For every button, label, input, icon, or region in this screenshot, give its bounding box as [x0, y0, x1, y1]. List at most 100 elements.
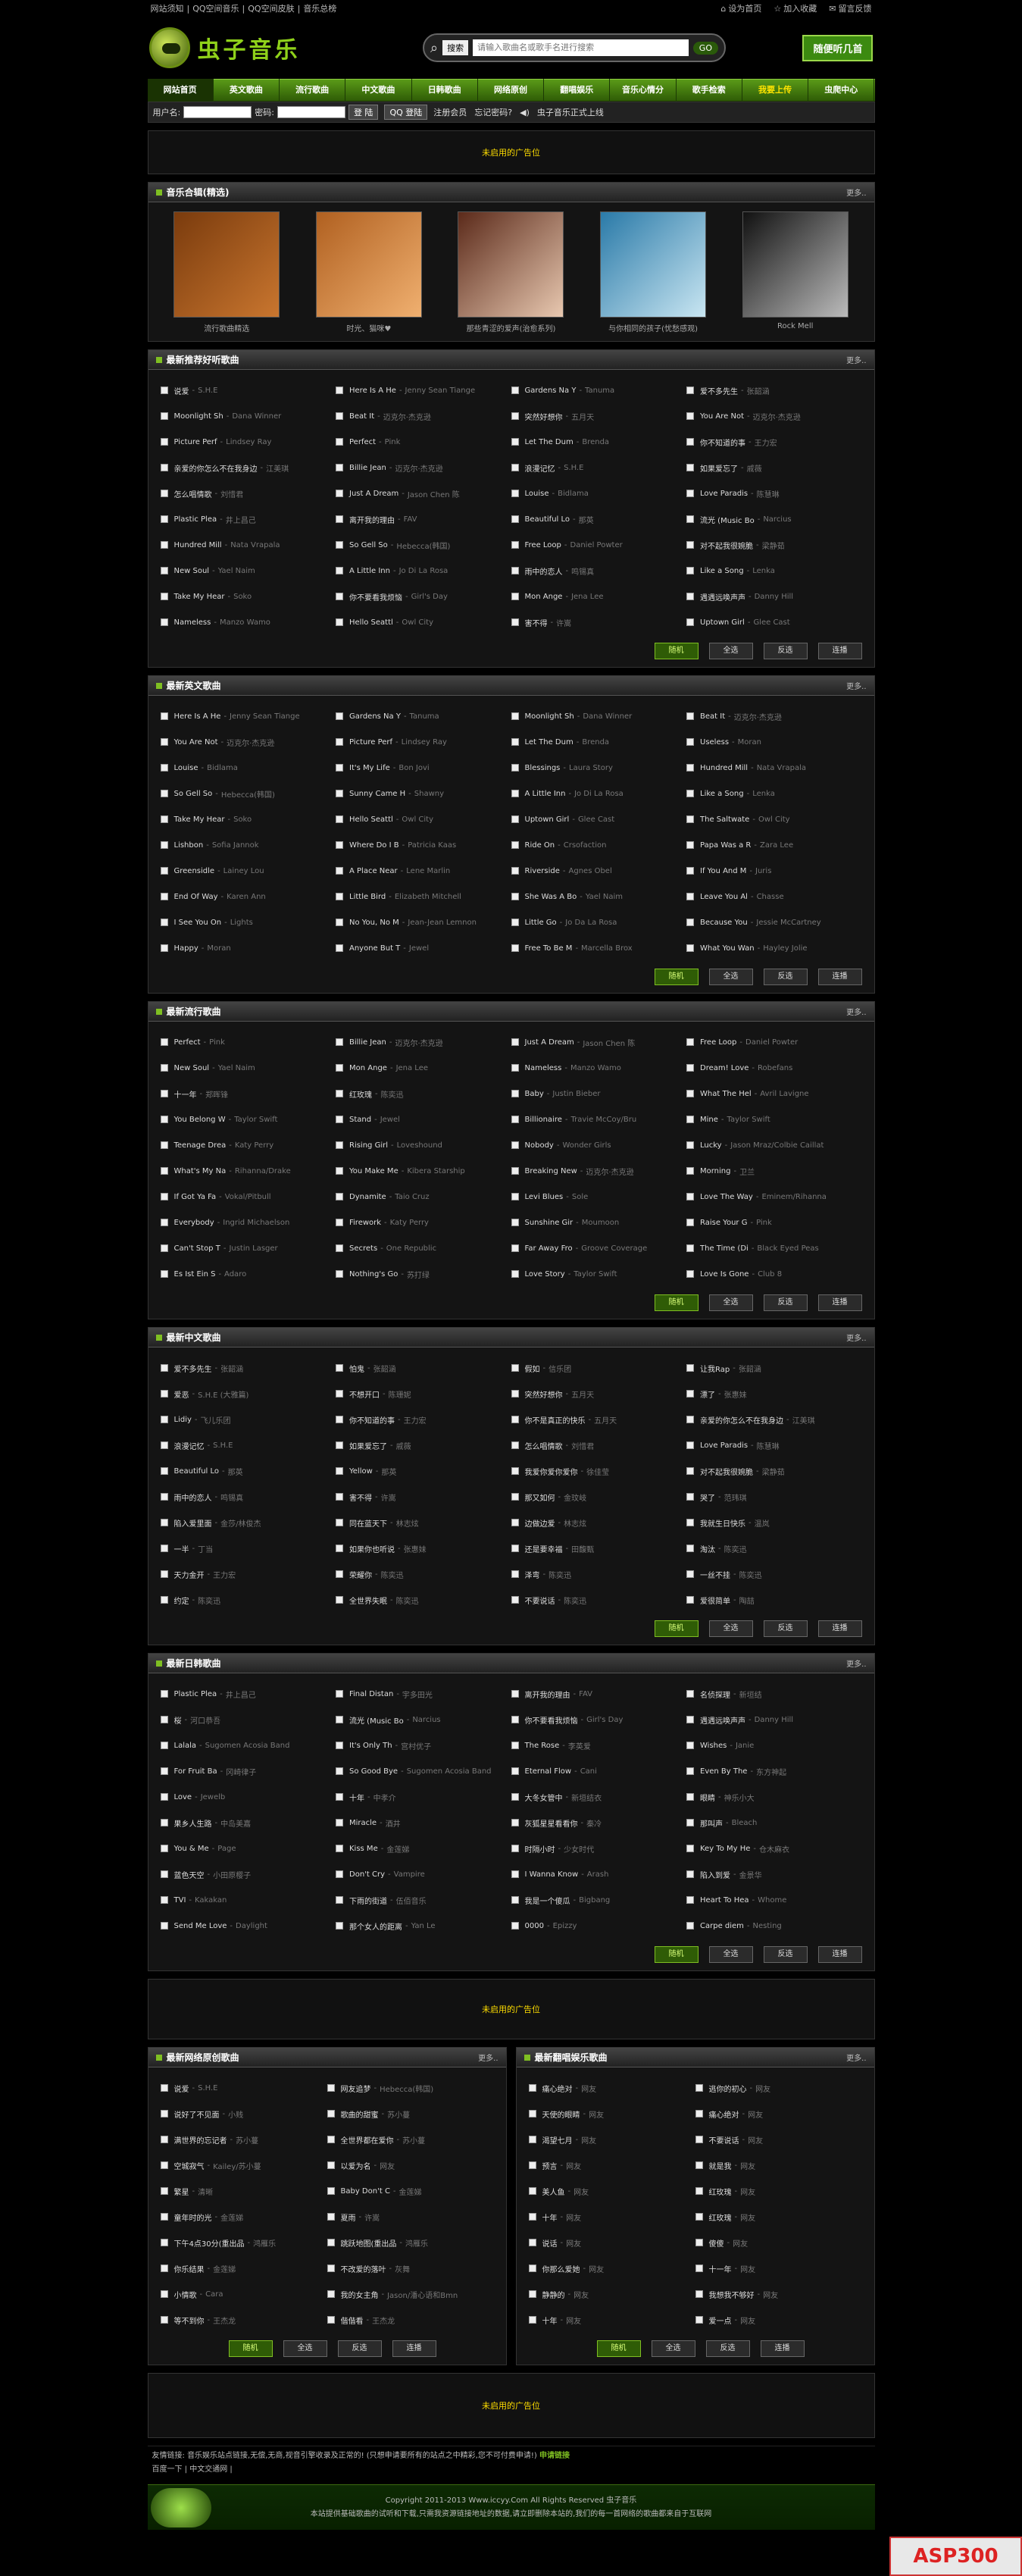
song-title[interactable]: Mine — [700, 1116, 718, 1124]
song-checkbox[interactable] — [336, 712, 343, 720]
song-artist[interactable]: S.H.E — [198, 387, 217, 395]
song-checkbox[interactable] — [686, 944, 694, 952]
select-all-button[interactable]: 全选 — [651, 2340, 695, 2357]
song-title[interactable]: 亲爱的你怎么不在我身边 — [700, 1414, 783, 1426]
song-title[interactable]: I See You On — [174, 919, 222, 927]
song-checkbox[interactable] — [511, 738, 519, 746]
song-artist[interactable]: 卫兰 — [739, 1166, 755, 1177]
song-title[interactable]: A Little Inn — [349, 567, 390, 575]
song-title[interactable]: 一丝不挂 — [700, 1569, 730, 1580]
song-artist[interactable]: Katy Perry — [390, 1219, 429, 1227]
song-title[interactable]: 偕偕看 — [341, 2315, 364, 2326]
song-checkbox[interactable] — [695, 2290, 703, 2298]
song-title[interactable]: 0000 — [525, 1922, 544, 1930]
play-continuous-button[interactable]: 连播 — [817, 1946, 862, 1963]
song-title[interactable]: 美人鱼 — [542, 2186, 565, 2197]
song-checkbox[interactable] — [511, 1519, 519, 1526]
song-artist[interactable]: Dana Winner — [232, 412, 281, 421]
song-artist[interactable]: 田馥甄 — [571, 1543, 594, 1554]
song-artist[interactable]: 新垣结衣 — [571, 1792, 602, 1803]
top-link[interactable]: 音乐总榜 — [303, 4, 336, 14]
song-artist[interactable]: 金莲娣 — [220, 2211, 243, 2223]
song-artist[interactable]: Glee Cast — [578, 815, 614, 824]
song-title[interactable]: Uptown Girl — [700, 618, 745, 627]
song-checkbox[interactable] — [511, 1416, 519, 1423]
song-title[interactable]: Beat It — [349, 412, 374, 421]
song-checkbox[interactable] — [511, 712, 519, 720]
song-checkbox[interactable] — [511, 593, 519, 600]
song-title[interactable]: Hello Seattl — [349, 618, 393, 627]
song-artist[interactable]: Manzo Wamo — [570, 1064, 621, 1072]
song-artist[interactable]: 迈克尔·杰克逊 — [383, 411, 431, 422]
login-button[interactable]: 登 陆 — [348, 105, 379, 120]
song-title[interactable]: What The Hel — [700, 1090, 752, 1098]
song-title[interactable]: Riverside — [525, 867, 560, 875]
song-checkbox[interactable] — [160, 1064, 168, 1072]
song-title[interactable]: Perfect — [349, 438, 376, 446]
song-title[interactable]: 天使的眼睛 — [542, 2108, 580, 2120]
song-title[interactable]: Because You — [700, 919, 748, 927]
song-artist[interactable]: FAV — [404, 515, 417, 524]
song-artist[interactable]: Vokal/Pitbull — [225, 1193, 271, 1201]
song-checkbox[interactable] — [160, 841, 168, 849]
random-button[interactable]: 随机 — [654, 1620, 699, 1637]
song-checkbox[interactable] — [336, 1493, 343, 1501]
invert-select-button[interactable]: 反选 — [763, 969, 808, 985]
song-title[interactable]: 繁星 — [174, 2186, 189, 2197]
song-artist[interactable]: Pink — [756, 1219, 772, 1227]
song-checkbox[interactable] — [686, 1116, 694, 1123]
song-title[interactable]: 害不得 — [349, 1491, 372, 1503]
song-artist[interactable]: 金玟岐 — [564, 1491, 586, 1503]
song-artist[interactable]: Rihanna/Drake — [235, 1167, 291, 1175]
top-link[interactable]: 网站须知 — [151, 4, 184, 14]
song-checkbox[interactable] — [511, 1244, 519, 1252]
song-title[interactable]: Let The Dum — [525, 438, 574, 446]
song-title[interactable]: 荣耀你 — [349, 1569, 372, 1580]
song-artist[interactable]: 网友 — [566, 2160, 581, 2171]
song-title[interactable]: 痛心绝对 — [709, 2108, 739, 2120]
song-checkbox[interactable] — [528, 2265, 536, 2272]
song-checkbox[interactable] — [511, 1493, 519, 1501]
song-artist[interactable]: Elizabeth Mitchell — [395, 893, 461, 901]
song-artist[interactable]: 王杰龙 — [372, 2315, 395, 2326]
song-title[interactable]: Dream! Love — [700, 1064, 749, 1072]
song-checkbox[interactable] — [336, 1090, 343, 1097]
song-artist[interactable]: Cara — [205, 2290, 223, 2299]
song-artist[interactable]: Jo Di La Rosa — [574, 790, 624, 798]
song-checkbox[interactable] — [686, 1922, 694, 1930]
song-title[interactable]: Free Loop — [525, 541, 561, 549]
song-checkbox[interactable] — [336, 593, 343, 600]
song-artist[interactable]: 信乐团 — [549, 1363, 571, 1374]
top-link[interactable]: QQ空间音乐 — [192, 4, 239, 14]
song-title[interactable]: You & Me — [174, 1845, 209, 1853]
song-checkbox[interactable] — [686, 593, 694, 600]
song-title[interactable]: 渴望七月 — [542, 2134, 573, 2146]
album-cover[interactable] — [742, 211, 849, 318]
song-title[interactable]: 网友追梦 — [341, 2083, 371, 2094]
song-artist[interactable]: Owl City — [402, 815, 433, 824]
song-checkbox[interactable] — [686, 1767, 694, 1775]
song-artist[interactable]: Bidlama — [558, 490, 589, 498]
song-checkbox[interactable] — [336, 1167, 343, 1175]
song-title[interactable]: 害不得 — [525, 617, 548, 628]
song-artist[interactable]: Narcius — [412, 1716, 440, 1724]
song-title[interactable]: Kiss Me — [349, 1845, 378, 1853]
song-title[interactable]: Mon Ange — [525, 593, 563, 601]
song-artist[interactable]: 王力宏 — [213, 1569, 236, 1580]
song-title[interactable]: 你不知道的事 — [349, 1414, 395, 1426]
song-artist[interactable]: 伍佰音乐 — [396, 1895, 427, 1906]
song-artist[interactable]: 刘惜君 — [571, 1440, 594, 1451]
song-title[interactable]: 说爱 — [174, 2083, 189, 2094]
song-title[interactable]: 等不到你 — [174, 2315, 205, 2326]
song-checkbox[interactable] — [336, 1742, 343, 1749]
song-checkbox[interactable] — [528, 2084, 536, 2092]
song-checkbox[interactable] — [336, 1416, 343, 1423]
song-title[interactable]: 浪漫记忆 — [525, 462, 555, 474]
song-title[interactable]: Hundred Mill — [174, 541, 222, 549]
song-artist[interactable]: 刘惜君 — [220, 488, 243, 499]
song-artist[interactable]: 张韶涵 — [739, 1363, 761, 1374]
song-checkbox[interactable] — [160, 515, 168, 523]
song-artist[interactable]: Jewelb — [201, 1793, 226, 1801]
song-artist[interactable]: 陈慧琳 — [757, 488, 780, 499]
song-title[interactable]: 你乐结果 — [174, 2263, 205, 2274]
